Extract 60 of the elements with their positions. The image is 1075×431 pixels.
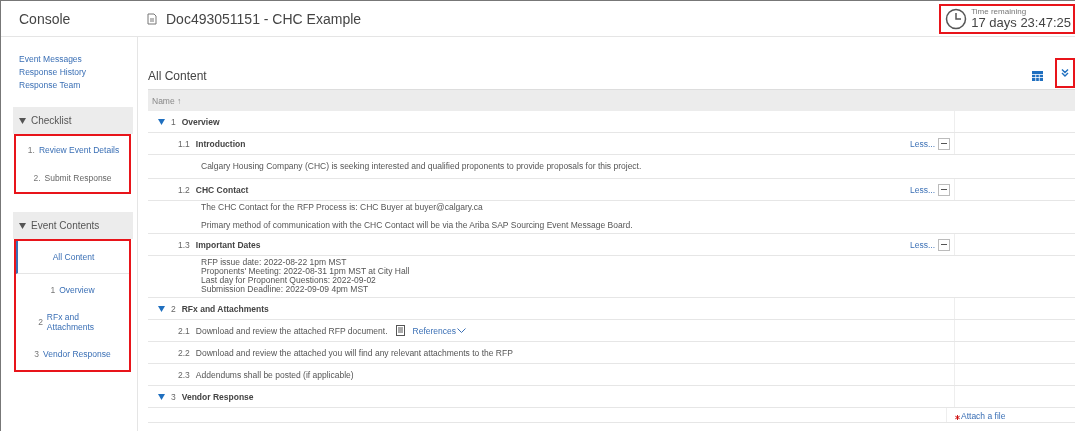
description-text: Last day for Proponent Questions: 2022-09-02 [201,276,377,285]
description-text: Proponents' Meeting: 2022-08-31 1pm MST at City Hall [201,267,410,276]
item-number: 1.2 [178,184,190,195]
collapse-button[interactable] [938,183,950,196]
description-text: Calgary Housing Company (CHC) is seeking interested and qualified proponents to provide proposals for this project. [201,161,642,171]
expand-all-button[interactable] [1055,58,1075,88]
timer-value: 17 days 23:47:25 [971,16,1071,29]
section-number: 1 [171,116,176,127]
description-text: The CHC Contact for the RFP Process is: CHC Buyer at buyer@calgary.ca [201,203,483,212]
section-title: RFx and Attachments [181,303,269,314]
console-title: Console [19,10,72,27]
clock-icon [945,7,968,30]
document-icon [146,12,158,25]
item-title: Important Dates [195,239,261,250]
question-text: Download and review the attached you will find any relevant attachments to the RFP [195,347,513,358]
content-title: All Content [148,69,207,83]
column-header[interactable]: Name ↑ [152,95,182,106]
panel-header[interactable]: Event Contents [13,212,133,239]
question-text: Download and review the attached RFP document. [195,325,388,336]
sidebar-link[interactable]: Response Team [19,80,137,91]
sidebar-link[interactable]: Response History [19,67,137,78]
collapse-button[interactable] [938,238,950,251]
description-text: Primary method of communication with the CHC Contact will be via the Ariba SAP Sourcing Event Message Board. [201,221,633,230]
item-number: 2.1 [178,325,190,336]
less-link[interactable]: Less... [909,239,935,250]
item-number: 2.2 [178,347,190,358]
item-title: CHC Contact [195,184,249,195]
expand-triangle-icon[interactable] [19,222,26,229]
expand-triangle-icon[interactable] [158,118,165,125]
question-text: Addendums shall be posted (if applicable) [195,369,354,380]
document-icon [395,325,405,336]
collapse-button[interactable] [938,137,950,150]
item-number: 2.3 [178,369,190,380]
minus-icon[interactable] [941,142,947,145]
panel-item[interactable]: 1. Review Event Details [16,136,129,164]
item-number: 1.3 [178,239,190,250]
section-title: Vendor Response [181,391,254,402]
table-view-icon[interactable] [1032,71,1043,81]
panel-header[interactable]: Checklist [13,107,133,134]
references-link[interactable]: References [412,325,466,336]
less-link[interactable]: Less... [909,184,935,195]
less-link[interactable]: Less... [909,138,935,149]
item-title: Introduction [195,138,246,149]
attach-file-link[interactable]: Attach a file [961,411,1006,421]
chevron-down-icon[interactable] [457,327,466,334]
sidebar-link[interactable]: Event Messages [19,54,137,65]
section-title: Overview [181,116,220,127]
section-number: 3 [171,391,176,402]
section-number: 2 [171,303,176,314]
expand-triangle-icon[interactable] [158,393,165,400]
item-number: 1.1 [178,138,190,149]
minus-icon[interactable] [941,188,947,191]
description-text: RFP issue date: 2022-08-22 1pm MST [201,258,348,267]
double-chevron-down-icon[interactable] [1060,68,1070,78]
minus-icon[interactable] [941,243,947,246]
document-title: Doc493051151 - CHC Example [166,10,362,27]
expand-triangle-icon[interactable] [158,305,165,312]
description-text: Submission Deadline: 2022-09-09 4pm MST [201,285,370,294]
expand-triangle-icon[interactable] [19,117,26,124]
timer-label: Time remaining [971,8,1028,16]
